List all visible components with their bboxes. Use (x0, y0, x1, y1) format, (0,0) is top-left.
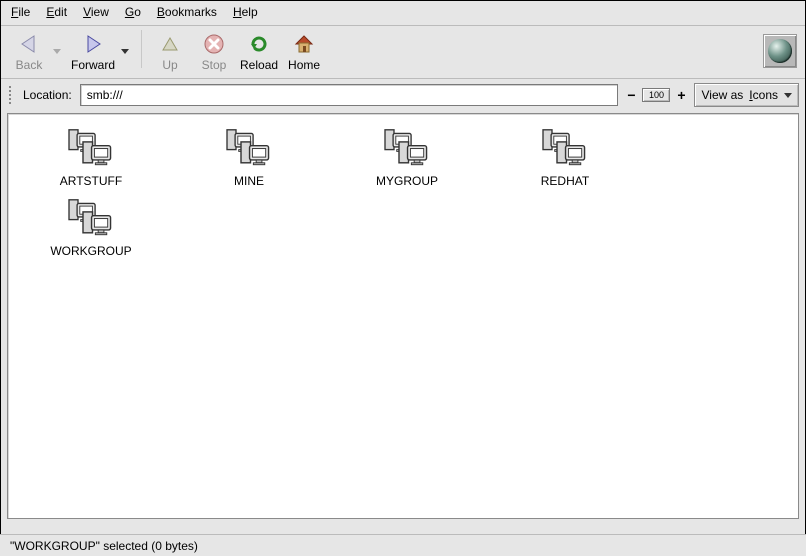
menu-file[interactable]: File (11, 5, 30, 19)
up-arrow-icon (157, 32, 183, 56)
up-label: Up (162, 58, 177, 72)
network-workgroup-icon (225, 128, 273, 168)
throbber-sphere-icon (768, 39, 792, 63)
status-bar: "WORKGROUP" selected (0 bytes) (0, 534, 806, 556)
reload-button[interactable]: Reload (236, 30, 282, 74)
throbber (763, 34, 797, 68)
menubar: File Edit View Go Bookmarks Help (1, 1, 805, 26)
network-workgroup-icon (67, 198, 115, 238)
workgroup-item[interactable]: MYGROUP (328, 128, 486, 198)
chevron-down-icon (784, 93, 792, 98)
zoom-value[interactable]: 100 (642, 88, 670, 102)
menu-view-label: iew (91, 5, 109, 19)
home-button[interactable]: Home (282, 30, 326, 74)
network-workgroup-icon (67, 128, 115, 168)
zoom-in-button[interactable]: + (674, 88, 688, 102)
back-arrow-icon (16, 32, 42, 56)
item-label: WORKGROUP (50, 244, 131, 258)
back-button[interactable]: Back (7, 30, 51, 74)
location-handle[interactable] (5, 86, 15, 104)
home-label: Home (288, 58, 320, 72)
reload-icon (247, 32, 271, 56)
forward-arrow-icon (80, 32, 106, 56)
location-bar: Location: − 100 + View as Icons (1, 79, 805, 113)
item-label: ARTSTUFF (60, 174, 122, 188)
network-workgroup-icon (383, 128, 431, 168)
icon-grid: ARTSTUFF MINE MYGROUP REDHAT WORKGROUP (8, 114, 798, 268)
stop-icon (202, 32, 226, 56)
zoom-control: − 100 + (624, 88, 688, 102)
menu-edit-label: dit (54, 5, 67, 19)
menu-edit[interactable]: Edit (46, 5, 67, 19)
menu-help[interactable]: Help (233, 5, 258, 19)
up-button[interactable]: Up (148, 30, 192, 74)
menu-bookmarks[interactable]: Bookmarks (157, 5, 217, 19)
workgroup-item[interactable]: REDHAT (486, 128, 644, 198)
item-label: REDHAT (541, 174, 589, 188)
item-label: MINE (234, 174, 264, 188)
menu-view[interactable]: View (83, 5, 109, 19)
menu-help-label: elp (242, 5, 258, 19)
reload-label: Reload (240, 58, 278, 72)
workgroup-item[interactable]: WORKGROUP (12, 198, 170, 268)
location-label: Location: (21, 88, 74, 102)
menu-file-label: ile (18, 5, 30, 19)
home-icon (292, 32, 316, 56)
back-dropdown[interactable] (51, 28, 63, 74)
forward-button[interactable]: Forward (67, 30, 119, 74)
stop-button[interactable]: Stop (192, 30, 236, 74)
workgroup-item[interactable]: MINE (170, 128, 328, 198)
view-as-selector[interactable]: View as Icons (694, 83, 799, 107)
view-as-prefix: View as (701, 88, 743, 102)
menu-go-label: o (134, 5, 141, 19)
back-label: Back (16, 58, 43, 72)
forward-dropdown[interactable] (119, 28, 131, 74)
zoom-out-button[interactable]: − (624, 88, 638, 102)
network-workgroup-icon (541, 128, 589, 168)
menu-bookmarks-label: ookmarks (165, 5, 217, 19)
forward-label: Forward (71, 58, 115, 72)
item-label: MYGROUP (376, 174, 438, 188)
toolbar: Back Forward Up Stop (1, 26, 805, 79)
stop-label: Stop (202, 58, 227, 72)
toolbar-separator (141, 30, 142, 68)
content-area: ARTSTUFF MINE MYGROUP REDHAT WORKGROUP (7, 113, 799, 519)
status-text: "WORKGROUP" selected (0 bytes) (10, 539, 198, 553)
location-input[interactable] (80, 84, 619, 106)
workgroup-item[interactable]: ARTSTUFF (12, 128, 170, 198)
menu-go[interactable]: Go (125, 5, 141, 19)
